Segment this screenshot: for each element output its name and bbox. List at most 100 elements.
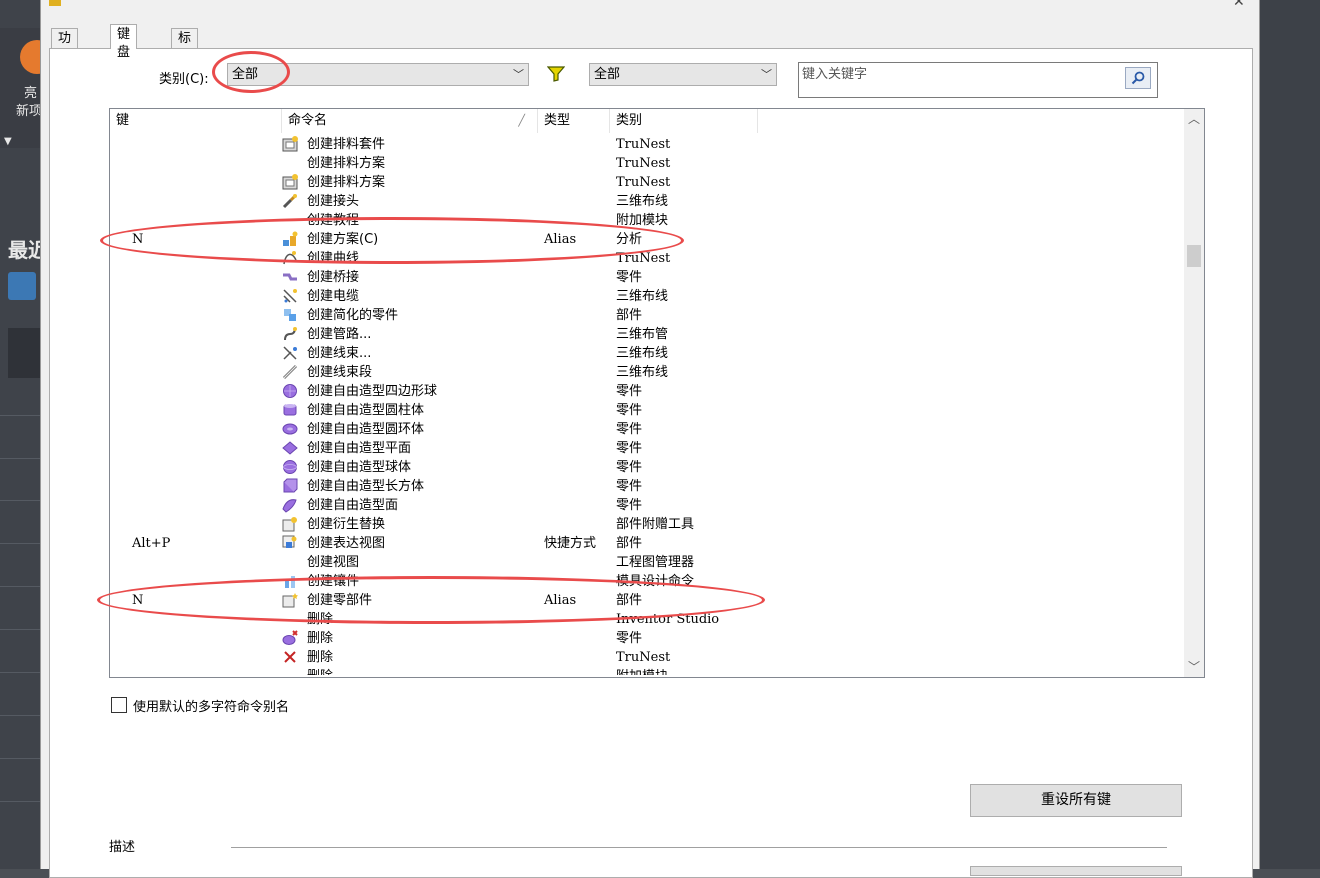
row-command-name: 创建教程 bbox=[307, 213, 360, 228]
substitute-icon bbox=[282, 516, 298, 532]
table-row[interactable]: 创建自由造型圆柱体 零件 bbox=[110, 401, 1186, 420]
type-select[interactable]: 全部 ﹀ bbox=[589, 63, 777, 86]
table-row[interactable]: Alt+P 创建表达视图 快捷方式 部件 bbox=[110, 534, 1186, 553]
new-part-icon bbox=[282, 592, 298, 608]
table-row[interactable]: 删除 TruNest bbox=[110, 648, 1186, 667]
row-category: 零件 bbox=[616, 270, 643, 285]
segment-icon bbox=[282, 364, 298, 380]
row-category: 零件 bbox=[616, 460, 643, 475]
row-command-name: 创建方案(C) bbox=[307, 232, 379, 247]
dialog-app-icon bbox=[49, 0, 61, 6]
tab-ribbon[interactable]: 功能区 bbox=[51, 28, 79, 82]
row-category: TruNest bbox=[616, 251, 671, 266]
tab-marking-menu[interactable]: 标记菜单 bbox=[171, 28, 199, 100]
table-row[interactable]: 创建接头 三维布线 bbox=[110, 192, 1186, 211]
row-command-name: 创建排料方案 bbox=[307, 175, 386, 190]
table-row[interactable]: 创建排料套件 TruNest bbox=[110, 135, 1186, 154]
dropdown-arrow-icon: ▼ bbox=[4, 136, 12, 147]
row-command-name: 创建排料方案 bbox=[307, 156, 386, 171]
row-command-name: 创建线束... bbox=[307, 346, 372, 361]
table-row[interactable]: 创建自由造型平面 零件 bbox=[110, 439, 1186, 458]
row-category: 三维布线 bbox=[616, 194, 669, 209]
table-row[interactable]: N 创建方案(C) Alias 分析 bbox=[110, 230, 1186, 249]
category-label: 类别(C): bbox=[159, 72, 209, 87]
table-row[interactable]: N 创建零部件 Alias 部件 bbox=[110, 591, 1186, 610]
freeform-sphere-icon bbox=[282, 459, 298, 475]
row-type: Alias bbox=[544, 232, 577, 247]
table-row[interactable]: 创建桥接 零件 bbox=[110, 268, 1186, 287]
row-category: 部件 bbox=[616, 308, 643, 323]
reset-all-keys-button[interactable]: 重设所有键 bbox=[970, 784, 1182, 817]
chevron-down-icon: ﹀ bbox=[513, 68, 524, 81]
search-input[interactable] bbox=[802, 65, 1122, 83]
table-row[interactable]: 创建教程 附加模块 bbox=[110, 211, 1186, 230]
row-command-name: 创建自由造型面 bbox=[307, 498, 399, 513]
column-category[interactable]: 类别 bbox=[610, 109, 758, 133]
bridge-icon bbox=[282, 269, 298, 285]
row-category: TruNest bbox=[616, 650, 671, 665]
row-command-name: 删除 bbox=[307, 650, 334, 665]
row-key: Alt+P bbox=[132, 536, 171, 551]
freeform-torus-icon bbox=[282, 421, 298, 437]
table-row[interactable]: 创建自由造型圆环体 零件 bbox=[110, 420, 1186, 439]
row-category: TruNest bbox=[616, 175, 671, 190]
table-row[interactable]: 创建管路... 三维布管 bbox=[110, 325, 1186, 344]
row-command-name: 创建桥接 bbox=[307, 270, 360, 285]
row-command-name: 创建自由造型长方体 bbox=[307, 479, 425, 494]
table-row[interactable]: 创建自由造型四边形球 零件 bbox=[110, 382, 1186, 401]
freeform-face-icon bbox=[282, 497, 298, 513]
row-category: 附加模块 bbox=[616, 213, 669, 228]
background-right-panel bbox=[1260, 0, 1320, 869]
insert-icon bbox=[282, 573, 298, 589]
table-row[interactable]: 创建排料方案 TruNest bbox=[110, 173, 1186, 192]
table-row[interactable]: 创建自由造型长方体 零件 bbox=[110, 477, 1186, 496]
table-row[interactable]: 创建视图 工程图管理器 bbox=[110, 553, 1186, 572]
scroll-down-icon[interactable]: ﹀ bbox=[1184, 657, 1204, 677]
scroll-thumb[interactable] bbox=[1187, 245, 1201, 267]
list-rows: 创建排料套件 TruNest 创建排料方案 TruNest 创建排料方案 TruNest 创… bbox=[110, 135, 1186, 675]
table-row[interactable]: 创建线束段 三维布线 bbox=[110, 363, 1186, 382]
funnel-icon[interactable] bbox=[546, 66, 566, 86]
row-command-name: 创建自由造型圆环体 bbox=[307, 422, 425, 437]
row-type: Alias bbox=[544, 593, 577, 608]
search-button[interactable] bbox=[1125, 67, 1151, 89]
row-command-name: 创建管路... bbox=[307, 327, 372, 342]
scroll-up-icon[interactable]: ︿ bbox=[1184, 109, 1204, 129]
vertical-scrollbar[interactable]: ︿ ﹀ bbox=[1184, 109, 1204, 677]
search-icon bbox=[1131, 71, 1145, 85]
background-label: 亮 bbox=[24, 86, 38, 101]
table-row[interactable]: 创建线束... 三维布线 bbox=[110, 344, 1186, 363]
scheme-icon bbox=[282, 231, 298, 247]
tab-keyboard[interactable]: 键盘 bbox=[110, 24, 138, 60]
table-row[interactable]: 创建曲线 TruNest bbox=[110, 249, 1186, 268]
table-row[interactable]: 创建衍生替换 部件附赠工具 bbox=[110, 515, 1186, 534]
delete-part-icon bbox=[282, 630, 298, 646]
column-type[interactable]: 类型 bbox=[538, 109, 610, 133]
row-category: 部件 bbox=[616, 593, 643, 608]
row-command-name: 创建自由造型四边形球 bbox=[307, 384, 438, 399]
row-category: 三维布线 bbox=[616, 365, 669, 380]
description-label: 描述 bbox=[109, 840, 136, 855]
table-row[interactable]: 创建排料方案 TruNest bbox=[110, 154, 1186, 173]
table-row[interactable]: 创建镶件 模具设计命令 bbox=[110, 572, 1186, 591]
table-row[interactable]: 删除 附加模块 bbox=[110, 667, 1186, 675]
column-command-name[interactable]: 命令名 ╱ bbox=[282, 109, 538, 133]
table-row[interactable]: 删除 Inventor Studio bbox=[110, 610, 1186, 629]
table-row[interactable]: 创建电缆 三维布线 bbox=[110, 287, 1186, 306]
table-row[interactable]: 创建简化的零件 部件 bbox=[110, 306, 1186, 325]
row-category: TruNest bbox=[616, 137, 671, 152]
table-row[interactable]: 删除 零件 bbox=[110, 629, 1186, 648]
table-row[interactable]: 创建自由造型面 零件 bbox=[110, 496, 1186, 515]
table-row[interactable]: 创建自由造型球体 零件 bbox=[110, 458, 1186, 477]
column-key[interactable]: 键 bbox=[110, 109, 282, 133]
category-select[interactable]: 全部 ﹀ bbox=[227, 63, 529, 86]
search-box bbox=[798, 62, 1158, 98]
row-command-name: 创建简化的零件 bbox=[307, 308, 399, 323]
row-command-name: 创建衍生替换 bbox=[307, 517, 386, 532]
use-default-alias-checkbox[interactable] bbox=[111, 697, 127, 713]
delete-x-icon bbox=[282, 649, 298, 665]
next-button[interactable] bbox=[970, 866, 1182, 876]
row-category: 零件 bbox=[616, 441, 643, 456]
close-icon[interactable]: ✕ bbox=[1233, 0, 1245, 10]
row-category: 零件 bbox=[616, 403, 643, 418]
